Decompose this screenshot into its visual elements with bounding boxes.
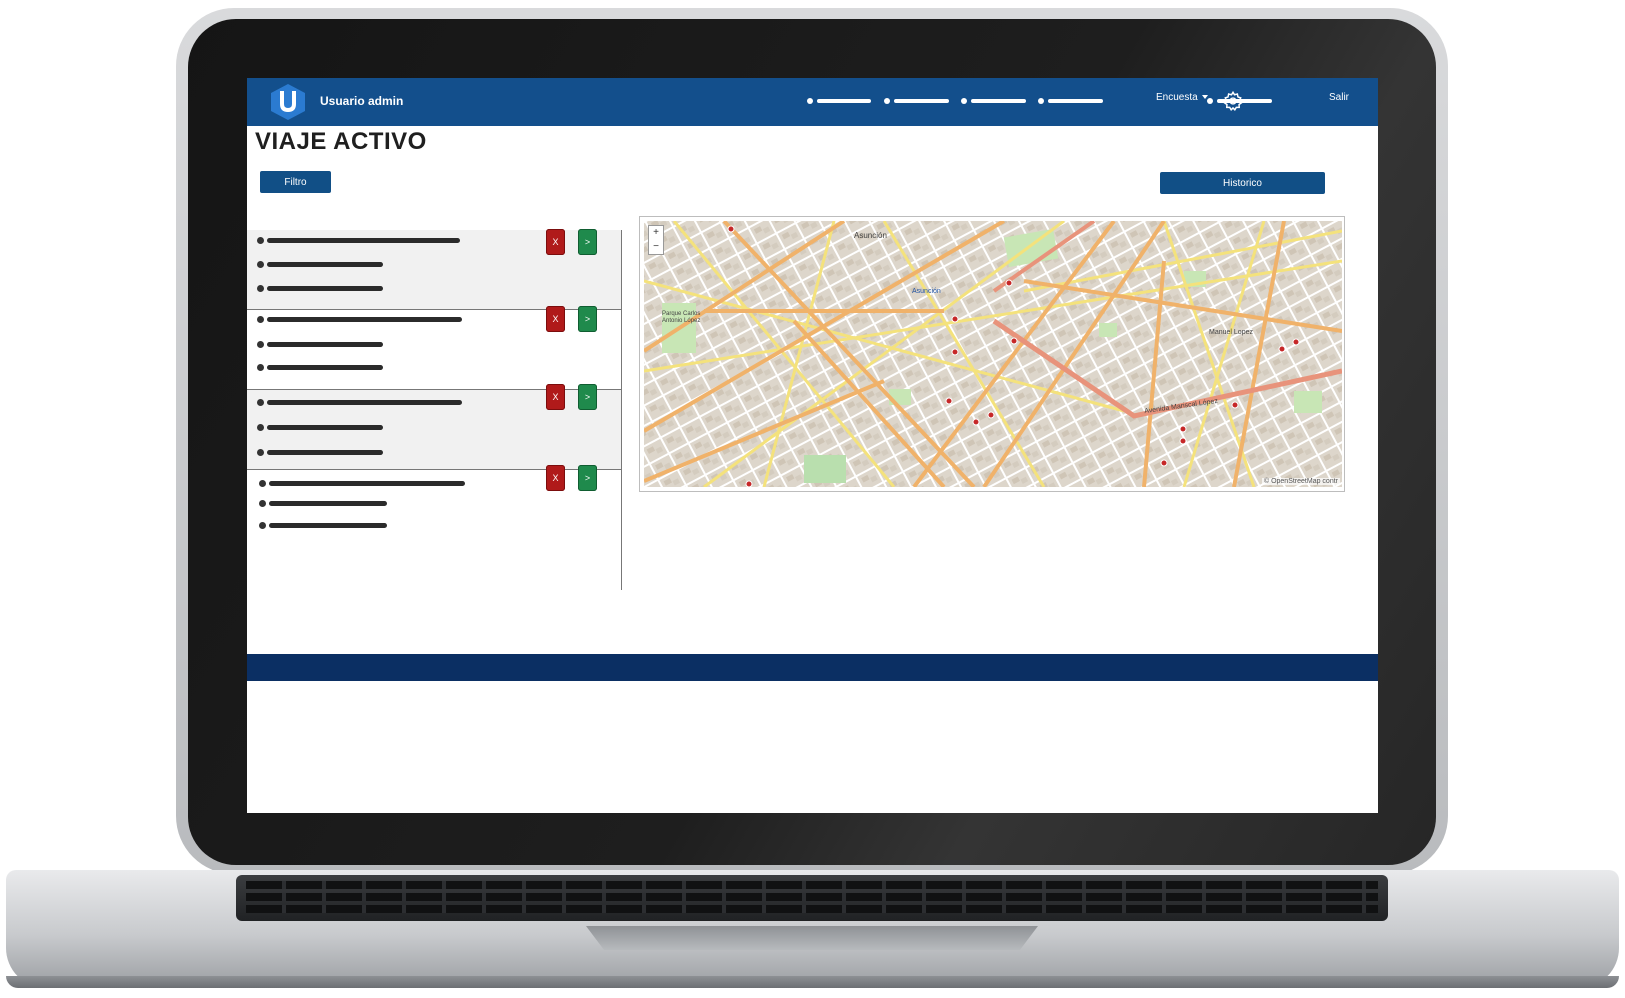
redacted-text [267,317,462,322]
redacted-text [269,481,465,486]
cancel-trip-button[interactable]: X [546,384,565,410]
history-button[interactable]: Historico [1160,172,1325,194]
bullet [257,364,264,371]
bullet [257,285,264,292]
cancel-trip-button[interactable]: X [546,306,565,332]
keyboard-row [246,905,1378,913]
bullet [257,449,264,456]
nav-bullet [961,98,967,104]
open-trip-button[interactable]: > [578,306,597,332]
trip-line [259,479,467,488]
map-zoom-control: + − [648,225,664,255]
bullet [259,500,266,507]
zoom-out-button[interactable]: − [649,240,663,254]
bullet [259,480,266,487]
nav-redacted-label [1217,99,1272,103]
open-trip-button[interactable]: > [578,384,597,410]
bullet [257,399,264,406]
nav-redacted-label [971,99,1026,103]
open-trip-button[interactable]: > [578,229,597,255]
nav-bullet [884,98,890,104]
bullet [259,522,266,529]
app-screen: Usuario admin Encuesta Salir VIAJE ACTIV… [247,78,1378,813]
street-map[interactable]: Asunción Asunción Parque Carlos Antonio … [644,221,1342,487]
redacted-text [267,286,383,291]
redacted-text [267,262,383,267]
trip-line [257,448,385,457]
trip-line [257,340,385,349]
trip-card[interactable]: X > [247,306,621,390]
nav-item-4[interactable] [1038,97,1104,107]
bullet [257,261,264,268]
nav-redacted-label [1048,99,1103,103]
redacted-text [267,238,460,243]
survey-dropdown[interactable]: Encuesta [1156,92,1208,103]
trip-line [257,363,385,372]
page-footer [247,654,1378,681]
nav-redacted-label [817,99,871,103]
nav-item-1[interactable] [807,97,873,107]
bullet [257,341,264,348]
bullet [257,316,264,323]
filter-button[interactable]: Filtro [260,171,331,193]
survey-dropdown-label: Encuesta [1156,92,1198,103]
nav-item-3[interactable] [961,97,1027,107]
bullet [257,237,264,244]
trip-line [257,284,385,293]
map-attribution[interactable]: © OpenStreetMap contr [1261,478,1340,485]
list-divider [621,230,622,590]
page-title: VIAJE ACTIVO [255,128,427,155]
trip-line [257,260,385,269]
map-label-city: Asunción [854,231,887,240]
trip-line [257,315,464,324]
map-tiles [644,221,1342,487]
app-logo-icon [271,84,305,120]
keyboard-row [246,893,1378,901]
redacted-text [267,450,383,455]
nav-redacted-label [894,99,949,103]
nav-bullet [1207,98,1213,104]
trip-line [259,499,389,508]
map-panel: Asunción Asunción Parque Carlos Antonio … [639,216,1345,492]
logout-link[interactable]: Salir [1329,92,1349,103]
open-trip-button[interactable]: > [578,465,597,491]
trip-line [257,398,464,407]
trip-card[interactable]: X > [247,384,621,470]
laptop-base-edge [6,976,1619,988]
trip-line [257,423,385,432]
bullet [257,424,264,431]
cancel-trip-button[interactable]: X [546,465,565,491]
nav-bullet [1038,98,1044,104]
trip-card[interactable]: X > [247,465,621,542]
top-navbar: Usuario admin Encuesta Salir [247,78,1378,126]
redacted-text [269,501,387,506]
map-label-park: Parque Carlos Antonio López [662,311,701,324]
nav-item-5[interactable] [1207,97,1273,107]
touchpad [586,926,1038,950]
zoom-in-button[interactable]: + [649,226,663,240]
trip-list: X > X > X > X > [247,229,624,590]
trip-line [259,521,389,530]
trip-card[interactable]: X > [247,229,621,310]
trip-line [257,236,462,245]
keyboard [236,875,1388,921]
nav-item-2[interactable] [884,97,950,107]
map-label-center: Asunción [912,288,941,295]
redacted-text [267,400,462,405]
redacted-text [267,365,383,370]
map-label-district: Manuel Lopez [1209,329,1253,336]
redacted-text [267,342,383,347]
redacted-text [267,425,383,430]
redacted-text [269,523,387,528]
nav-bullet [807,98,813,104]
keyboard-row [246,881,1378,889]
cancel-trip-button[interactable]: X [546,229,565,255]
brand-username: Usuario admin [320,94,404,108]
